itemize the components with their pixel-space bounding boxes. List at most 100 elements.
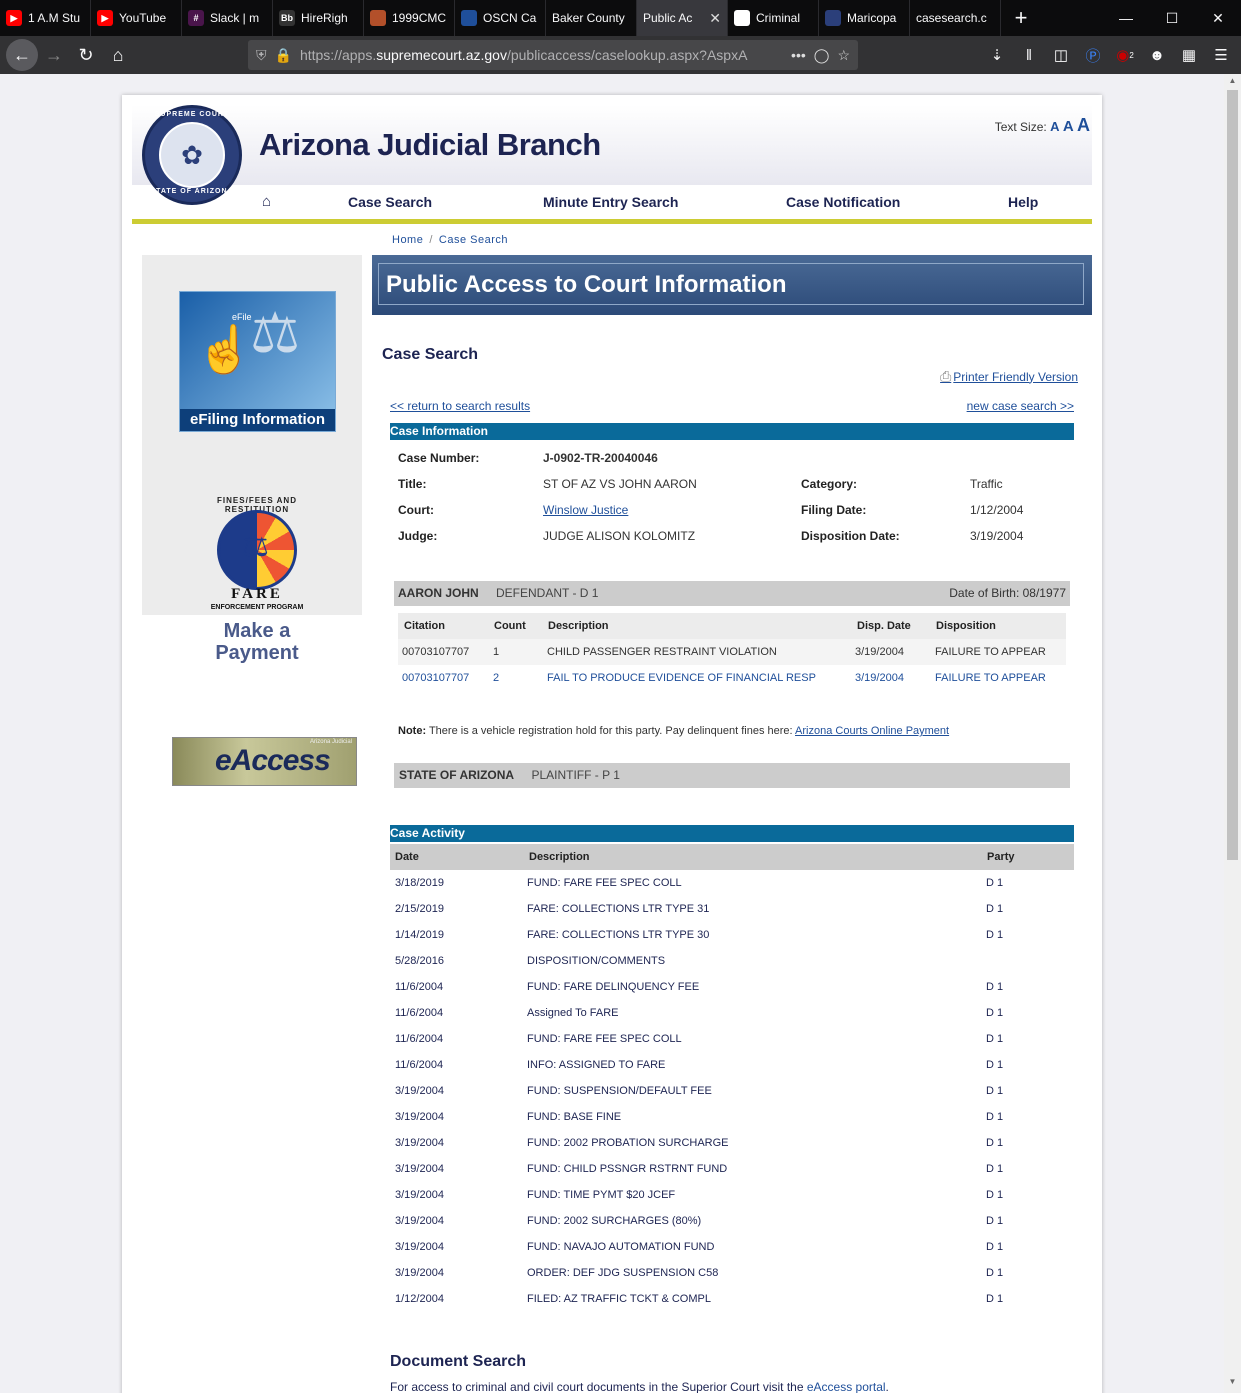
new-tab-icon[interactable]: + bbox=[1001, 0, 1041, 36]
col-count: Count bbox=[494, 620, 526, 632]
menu-minute-entry-search[interactable]: Minute Entry Search bbox=[543, 194, 678, 210]
browser-tab[interactable]: casesearch.c bbox=[910, 0, 1001, 36]
browser-tab-title: YouTube bbox=[119, 11, 167, 25]
url-bar[interactable]: ⛨ 🔒 https://apps.supremecourt.az.gov/pub… bbox=[248, 40, 858, 70]
defendant-name: AARON JOHN bbox=[398, 586, 479, 600]
document-search-text: For access to criminal and civil court d… bbox=[390, 1380, 889, 1393]
extensions-icon[interactable]: ▦ bbox=[1175, 40, 1203, 70]
breadcrumb-home[interactable]: Home bbox=[392, 234, 423, 246]
maximize-icon[interactable]: ☐ bbox=[1149, 0, 1195, 36]
browser-tab[interactable]: # Slack | m bbox=[182, 0, 273, 36]
breadcrumb-case-search[interactable]: Case Search bbox=[439, 234, 508, 246]
back-icon[interactable]: ← bbox=[6, 39, 38, 71]
printer-friendly-link[interactable]: ⎙ Printer Friendly Version bbox=[940, 368, 1078, 385]
library-icon[interactable]: ‖ bbox=[1015, 40, 1043, 70]
case-search-heading: Case Search bbox=[382, 346, 479, 363]
activity-description: FUND: CHILD PSSNGR RSTRNT FUND bbox=[527, 1163, 728, 1175]
fare-sun-emblem: ⚖ bbox=[217, 510, 297, 590]
browser-tab[interactable]: ▶ 1 A.M Stu bbox=[0, 0, 91, 36]
page-icon bbox=[734, 10, 750, 26]
browser-tab[interactable]: Baker County bbox=[546, 0, 637, 36]
browser-tab-bar: ▶ 1 A.M Stu ▶ YouTube # Slack | m Bb HireRigh 19… bbox=[0, 0, 1241, 36]
sidebar-icon[interactable]: ◫ bbox=[1047, 40, 1075, 70]
court-link[interactable]: Winslow Justice bbox=[543, 503, 628, 517]
menu-divider bbox=[132, 219, 1092, 224]
page-container: SUPREME COURT STATE OF ARIZONA ✿ Arizona… bbox=[122, 95, 1102, 1393]
page-actions-icon[interactable]: ••• bbox=[791, 47, 806, 63]
browser-tab[interactable]: Criminal bbox=[728, 0, 819, 36]
reload-icon[interactable]: ↻ bbox=[70, 39, 102, 71]
activity-date: 3/19/2004 bbox=[395, 1111, 444, 1123]
extension-s-icon[interactable]: Ⓟ bbox=[1079, 40, 1107, 70]
menu-case-notification[interactable]: Case Notification bbox=[786, 194, 900, 210]
printer-friendly-label: Printer Friendly Version bbox=[953, 369, 1078, 384]
home-icon[interactable]: ⌂ bbox=[102, 39, 134, 71]
text-size-medium[interactable]: A bbox=[1063, 118, 1074, 135]
scroll-up-icon[interactable]: ▲ bbox=[1224, 76, 1241, 90]
eaccess-portal-link[interactable]: eAccess portal bbox=[807, 1380, 886, 1393]
eaccess-label: eAccess bbox=[215, 744, 331, 777]
site-header: SUPREME COURT STATE OF ARIZONA ✿ Arizona… bbox=[132, 105, 1092, 205]
browser-tab[interactable]: OSCN Ca bbox=[455, 0, 546, 36]
browser-tab-title: 1999CMC bbox=[392, 11, 447, 25]
fare-name: FARE bbox=[231, 586, 283, 602]
plaintiff-party-bar: STATE OF ARIZONA PLAINTIFF - P 1 bbox=[394, 763, 1070, 788]
browser-tab[interactable]: Bb HireRigh bbox=[273, 0, 364, 36]
url-text[interactable]: https://apps.supremecourt.az.gov/publica… bbox=[300, 47, 783, 63]
charge-description: CHILD PASSENGER RESTRAINT VIOLATION bbox=[547, 646, 777, 658]
activity-row: 3/19/2004 FUND: 2002 PROBATION SURCHARGE D… bbox=[390, 1130, 1074, 1156]
category-label: Category: bbox=[801, 477, 858, 491]
efiling-banner[interactable]: ⚖ ☝ eFile eFiling Information bbox=[179, 291, 336, 432]
browser-tab[interactable]: ▶ YouTube bbox=[91, 0, 182, 36]
close-window-icon[interactable]: ✕ bbox=[1195, 0, 1241, 36]
ublock-icon[interactable]: ◉ 2 bbox=[1111, 40, 1139, 70]
forward-icon[interactable]: → bbox=[38, 39, 70, 71]
activity-row: 3/19/2004 FUND: SUSPENSION/DEFAULT FEE D 1 bbox=[390, 1078, 1074, 1104]
menu-case-search[interactable]: Case Search bbox=[348, 194, 432, 210]
close-tab-icon[interactable]: ✕ bbox=[709, 10, 721, 27]
efiling-label: eFiling Information bbox=[180, 409, 335, 431]
activity-row: 3/19/2004 FUND: CHILD PSSNGR RSTRNT FUND D… bbox=[390, 1156, 1074, 1182]
activity-row: 3/18/2019 FUND: FARE FEE SPEC COLL D 1 bbox=[390, 870, 1074, 896]
pocket-icon[interactable]: ◯ bbox=[814, 47, 830, 64]
home-icon[interactable]: ⌂ bbox=[262, 193, 271, 210]
shield-icon[interactable]: ⛨ bbox=[256, 47, 267, 64]
text-size-label: Text Size: bbox=[994, 120, 1047, 134]
vertical-scrollbar[interactable]: ▲ ▼ bbox=[1224, 74, 1241, 1393]
activity-description: FARE: COLLECTIONS LTR TYPE 31 bbox=[527, 903, 710, 915]
bookmark-star-icon[interactable]: ☆ bbox=[837, 47, 850, 64]
col-disp-date: Disp. Date bbox=[857, 620, 911, 632]
browser-tab[interactable]: Maricopa bbox=[819, 0, 910, 36]
case-number-label: Case Number: bbox=[398, 451, 480, 465]
plaintiff-name: STATE OF ARIZONA bbox=[399, 768, 515, 782]
activity-date: 3/19/2004 bbox=[395, 1215, 444, 1227]
menu-icon[interactable]: ☰ bbox=[1207, 40, 1235, 70]
text-size-small[interactable]: A bbox=[1050, 119, 1059, 134]
make-payment-link[interactable]: Make a Payment bbox=[192, 620, 322, 664]
activity-party: D 1 bbox=[986, 1007, 1004, 1019]
activity-description: FUND: FARE DELINQUENCY FEE bbox=[527, 981, 700, 993]
eaccess-banner[interactable]: Arizona Judicial eAccess bbox=[172, 737, 357, 786]
registration-hold-note: Note: There is a vehicle registration ho… bbox=[398, 725, 949, 737]
download-icon[interactable]: ⇣ bbox=[983, 40, 1011, 70]
lock-icon[interactable]: 🔒 bbox=[275, 47, 292, 64]
minimize-icon[interactable]: — bbox=[1103, 0, 1149, 36]
defendant-dob: Date of Birth: 08/1977 bbox=[949, 586, 1066, 600]
new-case-search-link[interactable]: new case search >> bbox=[967, 399, 1074, 413]
browser-tab[interactable]: Public Ac ✕ bbox=[637, 0, 728, 36]
fare-logo[interactable]: FINES/FEES AND RESTITUTION ⚖ FARE ENFORC… bbox=[207, 496, 307, 612]
activity-row: 3/19/2004 ORDER: DEF JDG SUSPENSION C58 D … bbox=[390, 1260, 1074, 1286]
scroll-down-icon[interactable]: ▼ bbox=[1224, 1377, 1241, 1391]
scrollbar-thumb[interactable] bbox=[1227, 90, 1238, 860]
return-to-results-link[interactable]: << return to search results bbox=[390, 399, 530, 413]
activity-description: FUND: FARE FEE SPEC COLL bbox=[527, 1033, 682, 1045]
disposition-date-value: 3/19/2004 bbox=[970, 529, 1024, 543]
online-payment-link[interactable]: Arizona Courts Online Payment bbox=[795, 725, 949, 737]
activity-date: 11/6/2004 bbox=[395, 981, 444, 993]
account-icon[interactable]: ☻ bbox=[1143, 40, 1171, 70]
text-size-large[interactable]: A bbox=[1077, 115, 1090, 135]
menu-help[interactable]: Help bbox=[1008, 194, 1038, 210]
browser-tab[interactable]: 1999CMC bbox=[364, 0, 455, 36]
activity-row: 1/12/2004 FILED: AZ TRAFFIC TCKT & COMPL D… bbox=[390, 1286, 1074, 1312]
activity-description: ORDER: DEF JDG SUSPENSION C58 bbox=[527, 1267, 719, 1279]
